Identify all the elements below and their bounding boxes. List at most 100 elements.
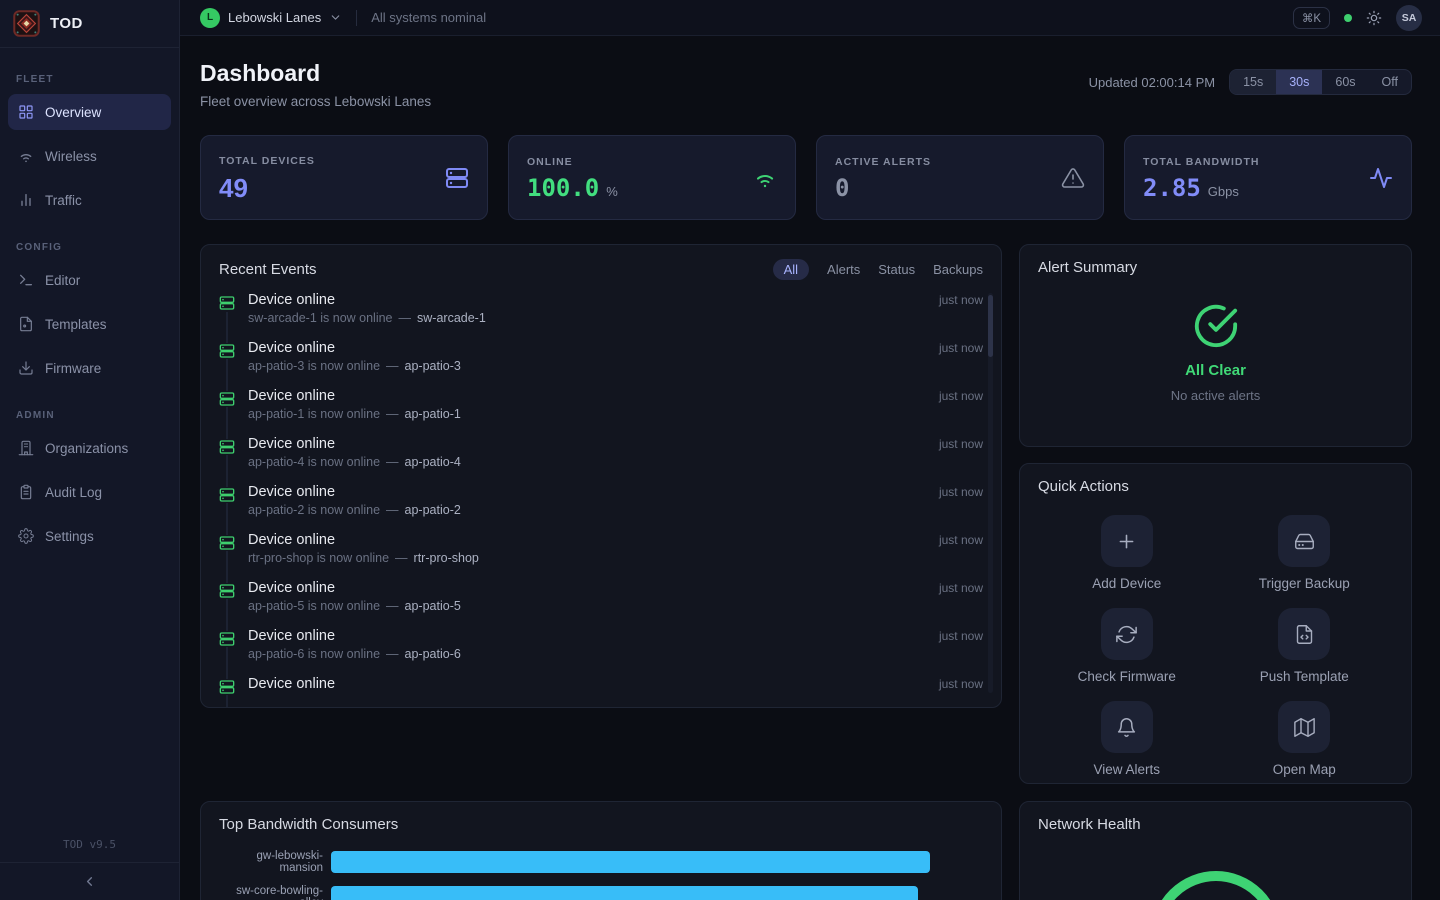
sidebar-item-firmware[interactable]: Firmware <box>8 350 171 386</box>
network-health-title: Network Health <box>1038 816 1141 833</box>
event-subtitle: ap-patio-6 is now online—ap-patio-6 <box>248 647 983 661</box>
stat-card-total-bandwidth: TOTAL BANDWIDTH2.85Gbps <box>1124 135 1412 220</box>
event-time: just now <box>939 581 983 595</box>
quick-action-tile <box>1278 515 1330 567</box>
bandwidth-bar <box>331 886 918 900</box>
brand: TOD <box>0 0 179 48</box>
bandwidth-bar <box>331 851 930 873</box>
event-time: just now <box>939 293 983 307</box>
event-row[interactable]: Device onlinejust nowap-patio-5 is now o… <box>219 578 983 626</box>
event-row[interactable]: Device onlinejust now <box>219 674 983 708</box>
event-title: Device online <box>248 484 335 500</box>
avatar[interactable]: SA <box>1396 5 1422 31</box>
stat-value: 100.0 <box>527 176 599 200</box>
quick-action-check-firmware[interactable]: Check Firmware <box>1038 608 1216 684</box>
sun-icon[interactable] <box>1366 10 1382 26</box>
events-scrollbar-thumb[interactable] <box>988 295 993 357</box>
org-name: Lebowski Lanes <box>228 10 321 25</box>
quick-actions-card: Quick Actions Add DeviceTrigger BackupCh… <box>1019 463 1412 784</box>
stats-grid: TOTAL DEVICES49 ONLINE 100.0% ACTIVE ALERTS… <box>200 135 1412 220</box>
sidebar-item-traffic[interactable]: Traffic <box>8 182 171 218</box>
bandwidth-bar-track <box>331 886 983 900</box>
quick-action-view-alerts[interactable]: View Alerts <box>1038 701 1216 777</box>
quick-action-tile <box>1278 608 1330 660</box>
sidebar-item-label: Audit Log <box>45 485 102 500</box>
sidebar-item-label: Firmware <box>45 361 101 376</box>
event-title: Device online <box>248 436 335 452</box>
org-badge: L <box>200 8 220 28</box>
server-icon <box>219 439 235 455</box>
sidebar-item-label: Editor <box>45 273 80 288</box>
alert-summary-title: Alert Summary <box>1038 259 1137 276</box>
building-icon <box>18 440 34 456</box>
event-time: just now <box>939 629 983 643</box>
chevron-down-icon <box>329 11 342 24</box>
quick-action-open-map[interactable]: Open Map <box>1216 701 1394 777</box>
alert-detail-text: No active alerts <box>1171 388 1261 403</box>
sidebar-item-overview[interactable]: Overview <box>8 94 171 130</box>
server-icon <box>219 487 235 503</box>
sidebar-item-settings[interactable]: Settings <box>8 518 171 554</box>
stat-card-online: ONLINE 100.0% <box>508 135 796 220</box>
check-circle-icon <box>1193 303 1239 349</box>
sidebar-nav: FLEETOverviewWirelessTrafficCONFIGEditor… <box>0 48 179 554</box>
stat-value: 0 <box>835 176 849 200</box>
events-filter-alerts[interactable]: Alerts <box>827 262 860 277</box>
quick-action-trigger-backup[interactable]: Trigger Backup <box>1216 515 1394 591</box>
event-title: Device online <box>248 292 335 308</box>
stat-suffix: Gbps <box>1208 184 1239 199</box>
event-row[interactable]: Device onlinejust nowrtr-pro-shop is now… <box>219 530 983 578</box>
sidebar-item-editor[interactable]: Editor <box>8 262 171 298</box>
stat-label: ACTIVE ALERTS <box>835 156 931 168</box>
event-row[interactable]: Device onlinejust nowap-patio-3 is now o… <box>219 338 983 386</box>
server-icon <box>219 583 235 599</box>
refresh-interval-off[interactable]: Off <box>1369 70 1411 94</box>
sidebar-item-audit-log[interactable]: Audit Log <box>8 474 171 510</box>
quick-action-label: Push Template <box>1260 669 1349 684</box>
sidebar-item-label: Organizations <box>45 441 128 456</box>
grid-icon <box>18 104 34 120</box>
event-row[interactable]: Device onlinejust nowsw-arcade-1 is now … <box>219 290 983 338</box>
events-filter-all[interactable]: All <box>773 259 809 280</box>
server-icon <box>219 295 235 311</box>
events-filter-status[interactable]: Status <box>878 262 915 277</box>
stat-card-total-devices: TOTAL DEVICES49 <box>200 135 488 220</box>
event-row[interactable]: Device onlinejust nowap-patio-4 is now o… <box>219 434 983 482</box>
event-row[interactable]: Device onlinejust nowap-patio-1 is now o… <box>219 386 983 434</box>
sidebar-item-organizations[interactable]: Organizations <box>8 430 171 466</box>
event-title: Device online <box>248 340 335 356</box>
events-filter-backups[interactable]: Backups <box>933 262 983 277</box>
event-subtitle: rtr-pro-shop is now online—rtr-pro-shop <box>248 551 983 565</box>
refresh-interval-30s[interactable]: 30s <box>1276 70 1322 94</box>
sidebar-collapse-button[interactable] <box>0 862 179 900</box>
event-row[interactable]: Device online just now ap-patio-2 is now o… <box>219 482 983 530</box>
event-row[interactable]: Device onlinejust nowap-patio-6 is now o… <box>219 626 983 674</box>
plus-icon <box>1116 531 1137 552</box>
org-switcher[interactable]: L Lebowski Lanes <box>200 8 342 28</box>
topbar-divider <box>356 10 357 26</box>
event-subtitle: ap-patio-2 is now online—ap-patio-2 <box>248 503 983 517</box>
event-filters: All Alerts Status Backups <box>773 259 983 280</box>
quick-action-label: View Alerts <box>1093 762 1160 777</box>
refresh-interval-60s[interactable]: 60s <box>1322 70 1368 94</box>
server-icon <box>219 343 235 359</box>
main-content: Dashboard Fleet overview across Lebowski… <box>180 36 1440 900</box>
event-time: just now <box>939 341 983 355</box>
stat-card-active-alerts: ACTIVE ALERTS 0 <box>816 135 1104 220</box>
stat-label: ONLINE <box>527 156 618 168</box>
command-palette-shortcut[interactable]: ⌘K <box>1293 7 1330 29</box>
alert-status-text: All Clear <box>1185 362 1246 379</box>
refresh-interval-15s[interactable]: 15s <box>1230 70 1276 94</box>
sidebar-section-config: CONFIGEditorTemplatesFirmware <box>0 226 179 386</box>
activity-icon <box>1369 166 1393 190</box>
network-health-card: Network Health 100 <box>1019 801 1412 900</box>
sidebar-item-templates[interactable]: Templates <box>8 306 171 342</box>
stat-label: TOTAL BANDWIDTH <box>1143 156 1260 168</box>
bar-chart-icon <box>18 192 34 208</box>
sidebar-item-wireless[interactable]: Wireless <box>8 138 171 174</box>
quick-action-add-device[interactable]: Add Device <box>1038 515 1216 591</box>
stat-suffix: % <box>606 184 618 199</box>
event-time: just now <box>939 485 983 499</box>
server-icon <box>219 535 235 551</box>
quick-action-push-template[interactable]: Push Template <box>1216 608 1394 684</box>
